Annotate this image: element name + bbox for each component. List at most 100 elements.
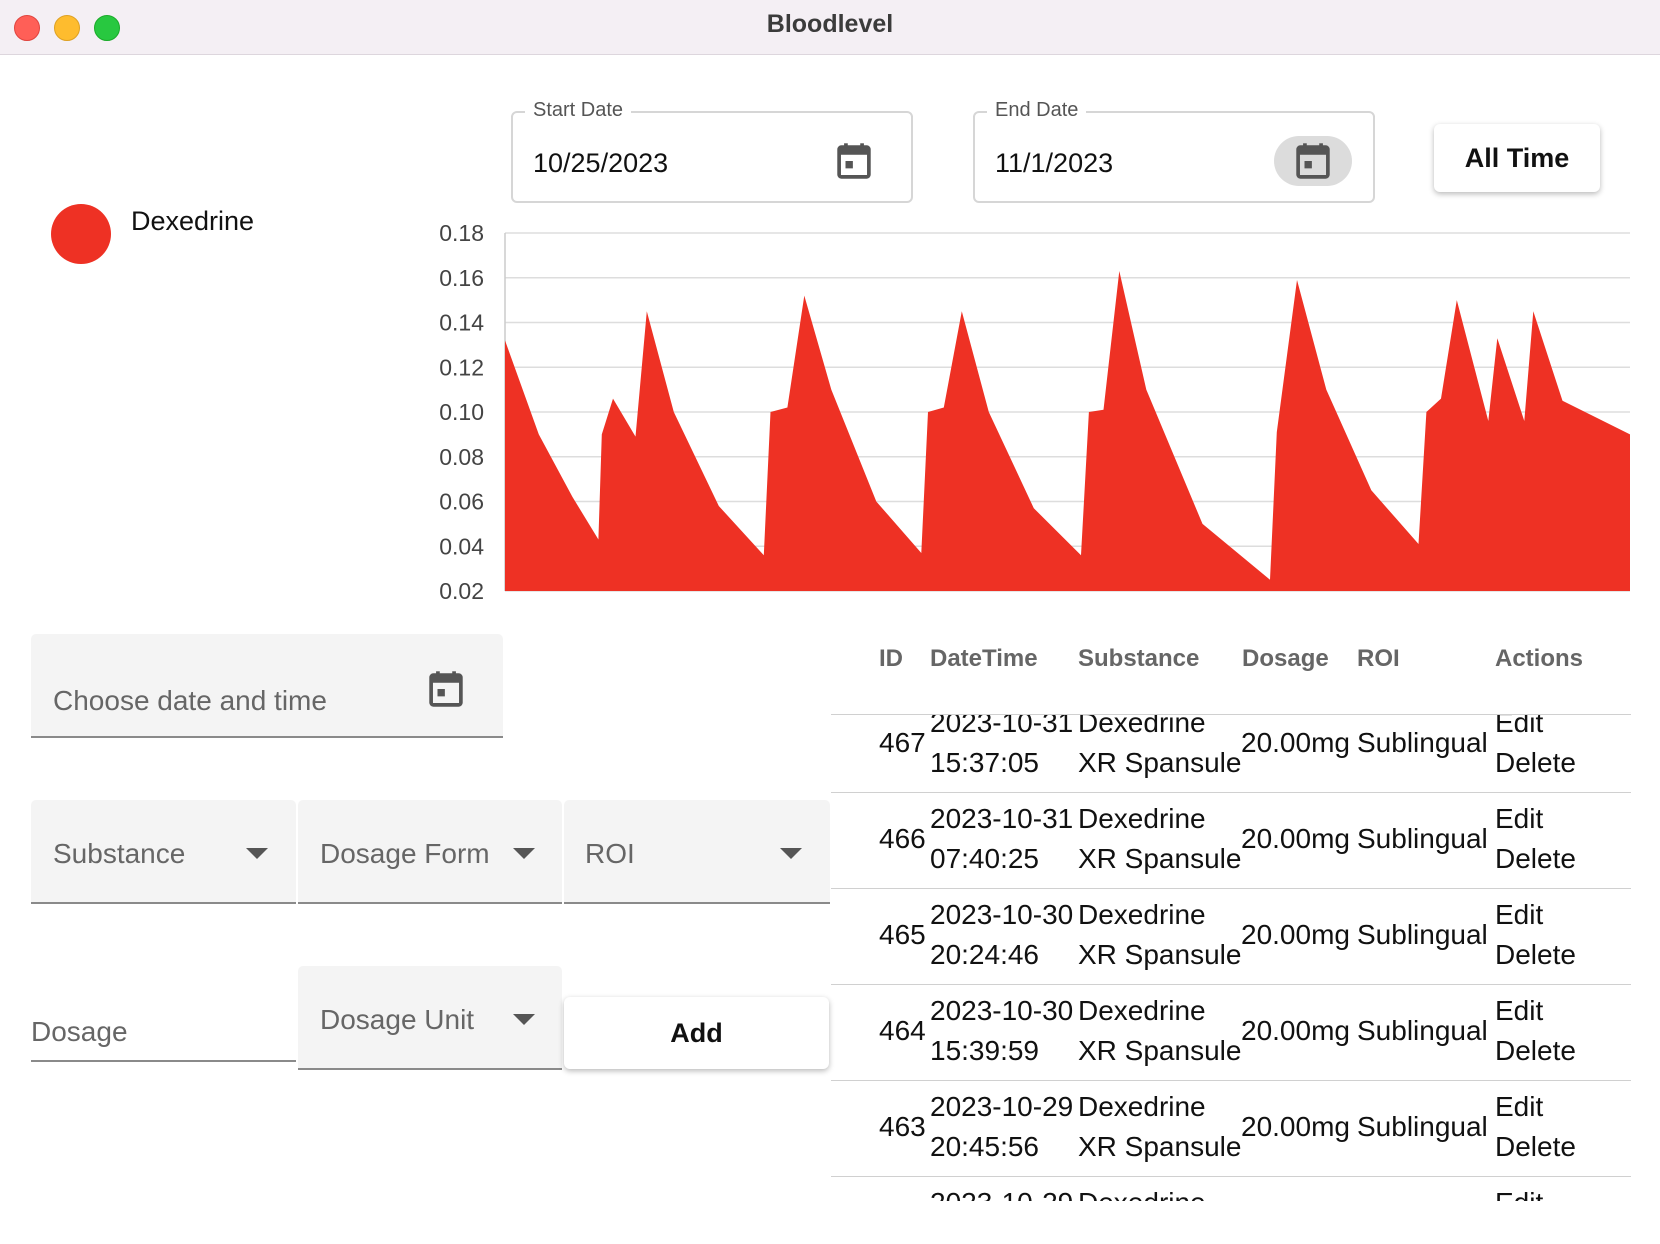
- title-bar: Bloodlevel: [0, 0, 1660, 55]
- start-date-value: 10/25/2023: [533, 148, 669, 178]
- row-substance-name: Dexedrine: [1078, 899, 1206, 930]
- table-row: 466 2023-10-31 07:40:25 Dexedrine XR Spa…: [831, 793, 1631, 889]
- edit-link[interactable]: Edit: [1495, 1087, 1543, 1127]
- datetime-placeholder: Choose date and time: [53, 685, 327, 716]
- y-tick-label: 0.12: [439, 354, 484, 380]
- datetime-field[interactable]: Choose date and time: [31, 634, 503, 738]
- dosage-input[interactable]: Dosage: [31, 1000, 296, 1062]
- start-date-field[interactable]: Start Date 10/25/2023: [511, 99, 913, 203]
- add-button[interactable]: Add: [564, 997, 829, 1069]
- row-dosage: 20.00mg: [1241, 1111, 1350, 1142]
- dosage-form-dropdown-label: Dosage Form: [320, 838, 490, 869]
- dosage-unit-dropdown-label: Dosage Unit: [320, 1004, 475, 1035]
- dosage-unit-dropdown[interactable]: Dosage Unit: [298, 966, 562, 1070]
- edit-link[interactable]: Edit: [1495, 1183, 1543, 1201]
- row-roi: Sublingual: [1357, 1015, 1488, 1046]
- column-header-id[interactable]: ID: [879, 645, 903, 673]
- column-header-datetime[interactable]: DateTime: [930, 645, 1038, 673]
- row-roi: Sublingual: [1357, 727, 1488, 758]
- column-header-substance[interactable]: Substance: [1078, 645, 1199, 673]
- calendar-icon: [1296, 143, 1330, 179]
- row-time: 07:40:25: [930, 843, 1039, 874]
- y-tick-label: 0.16: [439, 265, 484, 291]
- dosage-log-table[interactable]: 467 2023-10-31 15:37:05 Dexedrine XR Spa…: [831, 715, 1631, 1201]
- y-tick-label: 0.10: [439, 399, 484, 425]
- calendar-icon: [837, 143, 871, 179]
- row-substance-name: Dexedrine: [1078, 1183, 1206, 1201]
- table-row: 467 2023-10-31 15:37:05 Dexedrine XR Spa…: [831, 715, 1631, 793]
- delete-link[interactable]: Delete: [1495, 1031, 1576, 1071]
- end-date-field[interactable]: End Date 11/1/2023: [973, 99, 1375, 203]
- start-date-label: Start Date: [525, 99, 632, 122]
- y-tick-label: 0.06: [439, 489, 484, 515]
- delete-link[interactable]: Delete: [1495, 935, 1576, 975]
- column-header-roi[interactable]: ROI: [1357, 645, 1400, 673]
- substance-dropdown-label: Substance: [53, 838, 186, 869]
- row-dosage: 20.00mg: [1241, 919, 1350, 950]
- table-row: 2023-10-29 Dexedrine Edit: [831, 1177, 1631, 1201]
- row-substance-name: Dexedrine: [1078, 803, 1206, 834]
- row-dosage: 20.00mg: [1241, 1015, 1350, 1046]
- row-substance-form: XR Spansule: [1078, 939, 1242, 970]
- end-date-value: 11/1/2023: [995, 148, 1114, 178]
- edit-link[interactable]: Edit: [1495, 715, 1543, 743]
- legend-swatch: [51, 204, 111, 264]
- row-date: 2023-10-31: [930, 715, 1074, 738]
- row-date: 2023-10-30: [930, 995, 1074, 1026]
- row-substance-form: XR Spansule: [1078, 1035, 1242, 1066]
- row-substance-form: XR Spansule: [1078, 843, 1242, 874]
- y-tick-label: 0.18: [439, 220, 484, 246]
- row-time: 15:39:59: [930, 1035, 1039, 1066]
- all-time-button[interactable]: All Time: [1434, 124, 1600, 192]
- row-date: 2023-10-29: [930, 1091, 1074, 1122]
- row-date: 2023-10-29: [930, 1183, 1073, 1201]
- dosage-form-dropdown[interactable]: Dosage Form: [298, 800, 562, 904]
- chevron-down-icon: [513, 1014, 535, 1025]
- row-id: 464: [879, 1015, 926, 1046]
- blood-level-chart: 0.18 0.16 0.14 0.12 0.10 0.08 0.06 0.04 0.02: [439, 220, 1630, 604]
- row-dosage: 20.00mg: [1241, 823, 1350, 854]
- y-tick-label: 0.02: [439, 578, 484, 604]
- y-tick-label: 0.04: [439, 533, 484, 559]
- row-roi: Sublingual: [1357, 1111, 1488, 1142]
- edit-link[interactable]: Edit: [1495, 991, 1543, 1031]
- column-header-actions[interactable]: Actions: [1495, 645, 1583, 673]
- row-id: 463: [879, 1111, 926, 1142]
- row-substance-name: Dexedrine: [1078, 995, 1206, 1026]
- chevron-down-icon: [246, 848, 268, 859]
- column-header-dosage[interactable]: Dosage: [1242, 645, 1329, 673]
- legend-label: Dexedrine: [131, 206, 255, 236]
- window-title: Bloodlevel: [766, 10, 894, 38]
- row-substance-name: Dexedrine: [1078, 1091, 1206, 1122]
- table-row: 463 2023-10-29 20:45:56 Dexedrine XR Spa…: [831, 1081, 1631, 1177]
- calendar-icon[interactable]: [429, 670, 463, 708]
- row-date: 2023-10-31: [930, 803, 1074, 834]
- row-date: 2023-10-30: [930, 899, 1074, 930]
- y-tick-label: 0.14: [439, 310, 484, 336]
- end-date-picker-button[interactable]: [1274, 136, 1352, 186]
- table-row: 465 2023-10-30 20:24:46 Dexedrine XR Spa…: [831, 889, 1631, 985]
- row-substance-name: Dexedrine: [1078, 715, 1206, 738]
- substance-dropdown[interactable]: Substance: [31, 800, 296, 904]
- delete-link[interactable]: Delete: [1495, 1127, 1576, 1167]
- edit-link[interactable]: Edit: [1495, 799, 1543, 839]
- chevron-down-icon: [780, 848, 802, 859]
- chevron-down-icon: [513, 848, 535, 859]
- start-date-picker-button[interactable]: [815, 136, 893, 186]
- y-tick-label: 0.08: [439, 444, 484, 470]
- roi-dropdown[interactable]: ROI: [564, 800, 830, 904]
- row-substance-form: XR Spansule: [1078, 747, 1242, 778]
- row-roi: Sublingual: [1357, 823, 1488, 854]
- row-dosage: 20.00mg: [1241, 727, 1350, 758]
- row-substance-form: XR Spansule: [1078, 1131, 1242, 1162]
- row-id: 465: [879, 919, 926, 950]
- row-roi: Sublingual: [1357, 919, 1488, 950]
- dosage-placeholder: Dosage: [31, 1016, 128, 1047]
- roi-dropdown-label: ROI: [585, 838, 635, 869]
- delete-link[interactable]: Delete: [1495, 839, 1576, 879]
- delete-link[interactable]: Delete: [1495, 743, 1576, 783]
- row-id: 466: [879, 823, 926, 854]
- end-date-label: End Date: [987, 99, 1087, 122]
- row-time: 20:24:46: [930, 939, 1039, 970]
- edit-link[interactable]: Edit: [1495, 895, 1543, 935]
